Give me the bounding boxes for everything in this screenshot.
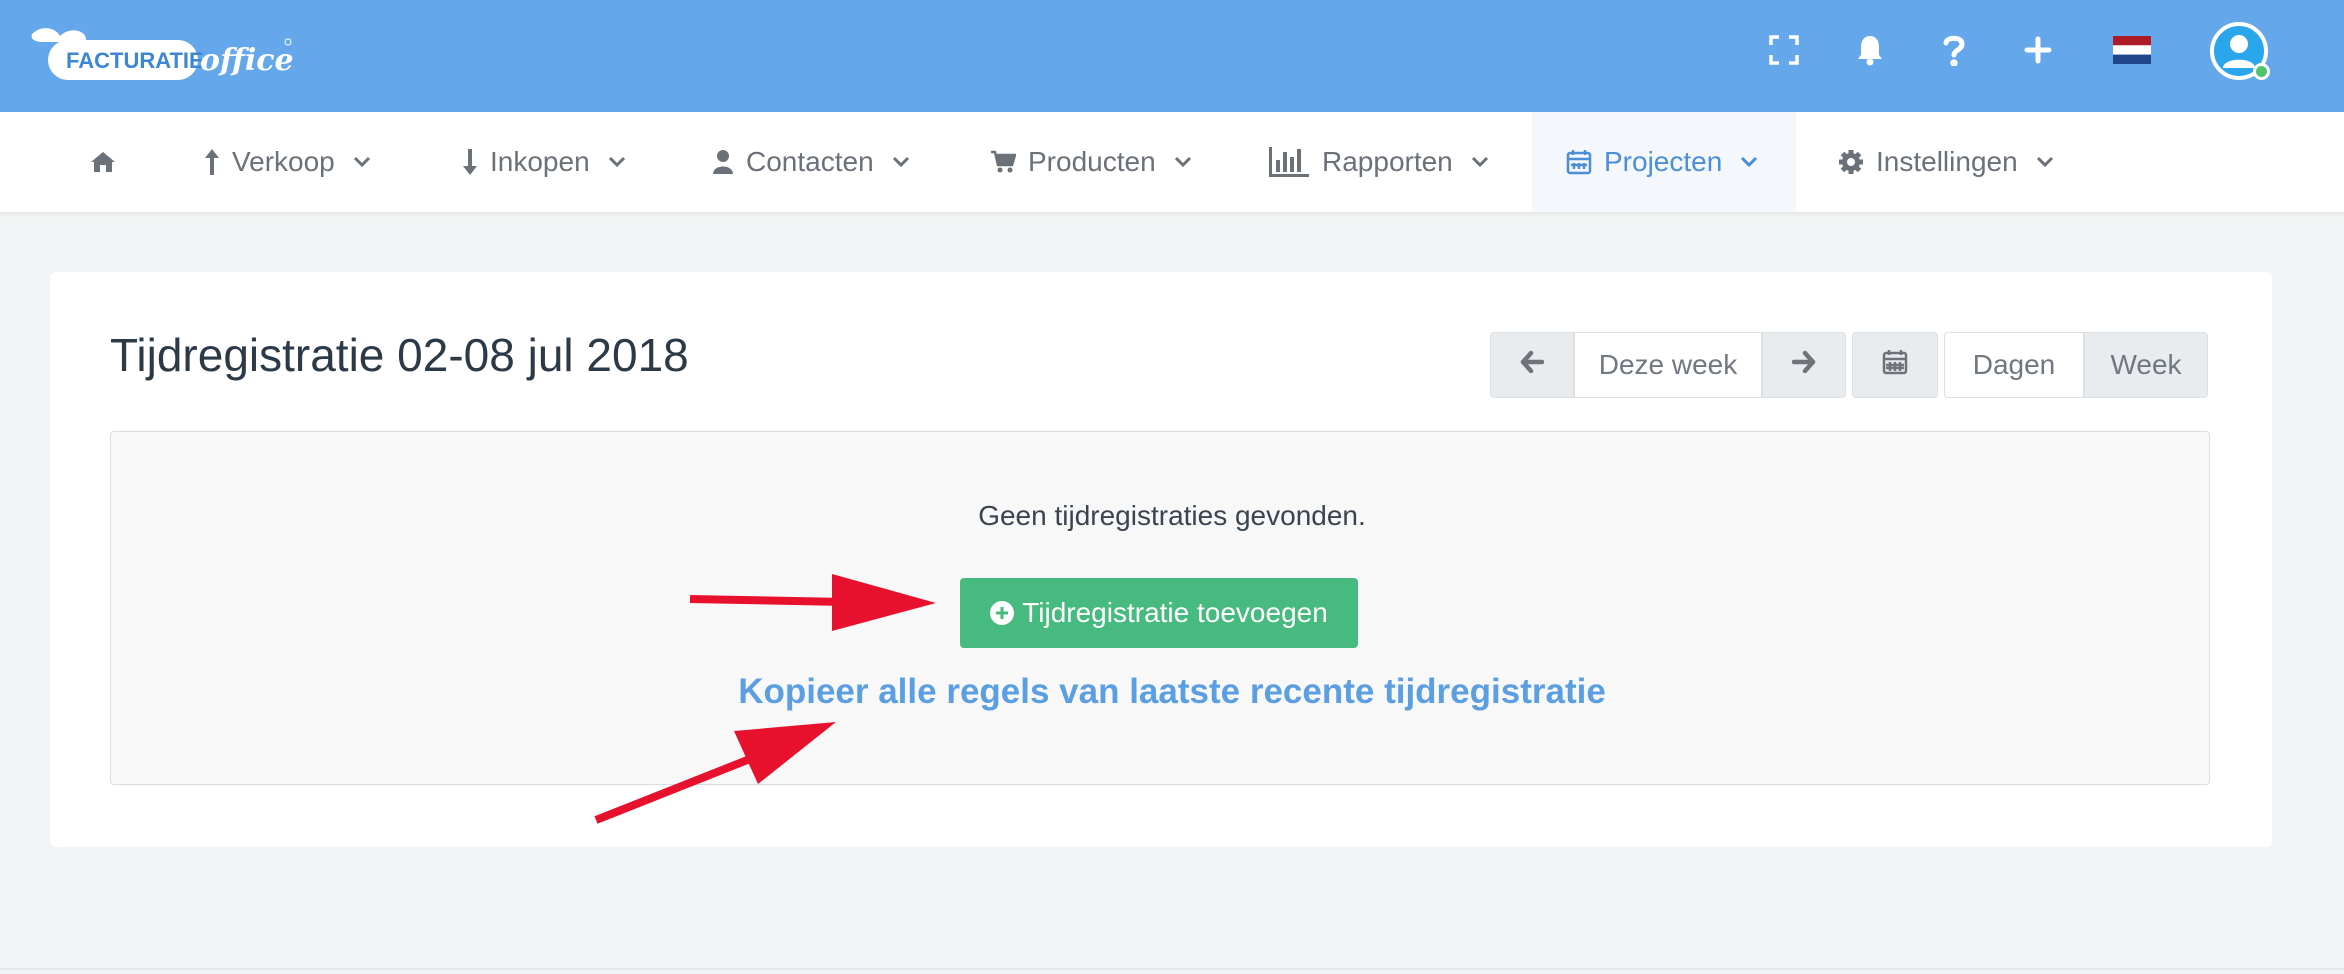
view-toggle: Dagen Week [1944, 332, 2208, 398]
chevron-down-icon [1740, 156, 1758, 168]
nav-label: Instellingen [1876, 146, 2018, 177]
nav-label: Projecten [1604, 146, 1723, 177]
online-status-dot [2253, 63, 2270, 80]
nav-label: Contacten [746, 146, 874, 177]
bell-icon[interactable] [1842, 22, 1898, 78]
previous-week-button[interactable] [1490, 332, 1574, 398]
week-navigation: Deze week [1490, 332, 1846, 398]
nav-contacten[interactable]: Contacten [712, 112, 910, 212]
nav-label: Rapporten [1322, 146, 1453, 177]
home-icon [90, 150, 116, 174]
question-icon[interactable] [1926, 22, 1982, 78]
top-bar: FACTURATIE office [0, 0, 2344, 112]
this-week-button[interactable]: Deze week [1574, 332, 1762, 398]
empty-state-message: Geen tijdregistraties gevonden. [978, 500, 1366, 531]
nav-instellingen[interactable]: Instellingen [1838, 112, 2054, 212]
svg-text:FACTURATIE: FACTURATIE [66, 48, 204, 73]
page-title: Tijdregistratie 02-08 jul 2018 [110, 329, 689, 381]
svg-text:office: office [200, 43, 294, 78]
nav-producten[interactable]: Producten [990, 112, 1192, 212]
bar-chart-icon [1268, 146, 1310, 178]
gear-icon [1838, 149, 1864, 175]
chevron-down-icon [1471, 156, 1489, 168]
nav-label: Verkoop [232, 146, 335, 177]
copy-last-entries-label: Kopieer alle regels van laatste recente … [738, 672, 1606, 711]
nav-rapporten[interactable]: Rapporten [1268, 112, 1489, 212]
calendar-icon [1882, 349, 1908, 382]
plus-circle-icon [990, 601, 1015, 625]
date-picker-group [1852, 332, 1938, 398]
nav-label: Inkopen [490, 146, 590, 177]
arrow-up-icon [204, 148, 220, 176]
calendar-button[interactable] [1852, 332, 1938, 398]
arrow-down-icon [462, 148, 478, 176]
cart-icon [990, 150, 1016, 174]
add-time-entry-label: Tijdregistratie toevoegen [1022, 597, 1328, 628]
chevron-down-icon [353, 156, 371, 168]
footer-divider [0, 968, 2344, 970]
arrow-right-icon [1791, 349, 1816, 381]
chevron-down-icon [2036, 156, 2054, 168]
facturatie-office-logo[interactable]: FACTURATIE office [26, 20, 296, 84]
nav-verkoop[interactable]: Verkoop [204, 112, 371, 212]
dutch-flag-icon[interactable] [2104, 22, 2160, 78]
calendar-icon [1566, 149, 1592, 175]
chevron-down-icon [608, 156, 626, 168]
nav-inkopen[interactable]: Inkopen [462, 112, 626, 212]
chevron-down-icon [892, 156, 910, 168]
add-time-entry-button[interactable]: Tijdregistratie toevoegen [960, 578, 1358, 648]
week-view-button[interactable]: Week [2084, 332, 2208, 398]
plus-icon[interactable] [2010, 22, 2066, 78]
user-icon [712, 149, 734, 175]
nav-home[interactable] [90, 112, 126, 212]
next-week-button[interactable] [1762, 332, 1846, 398]
fullscreen-icon[interactable] [1756, 22, 1812, 78]
nav-projecten[interactable]: Projecten [1532, 112, 1796, 212]
main-nav: Verkoop Inkopen Contacten Producten Rapp… [0, 112, 2344, 212]
copy-last-entries-link[interactable]: Kopieer alle regels van laatste recente … [0, 672, 2344, 712]
chevron-down-icon [1174, 156, 1192, 168]
nav-label: Producten [1028, 146, 1156, 177]
days-view-button[interactable]: Dagen [1944, 332, 2084, 398]
arrow-left-icon [1520, 349, 1545, 381]
